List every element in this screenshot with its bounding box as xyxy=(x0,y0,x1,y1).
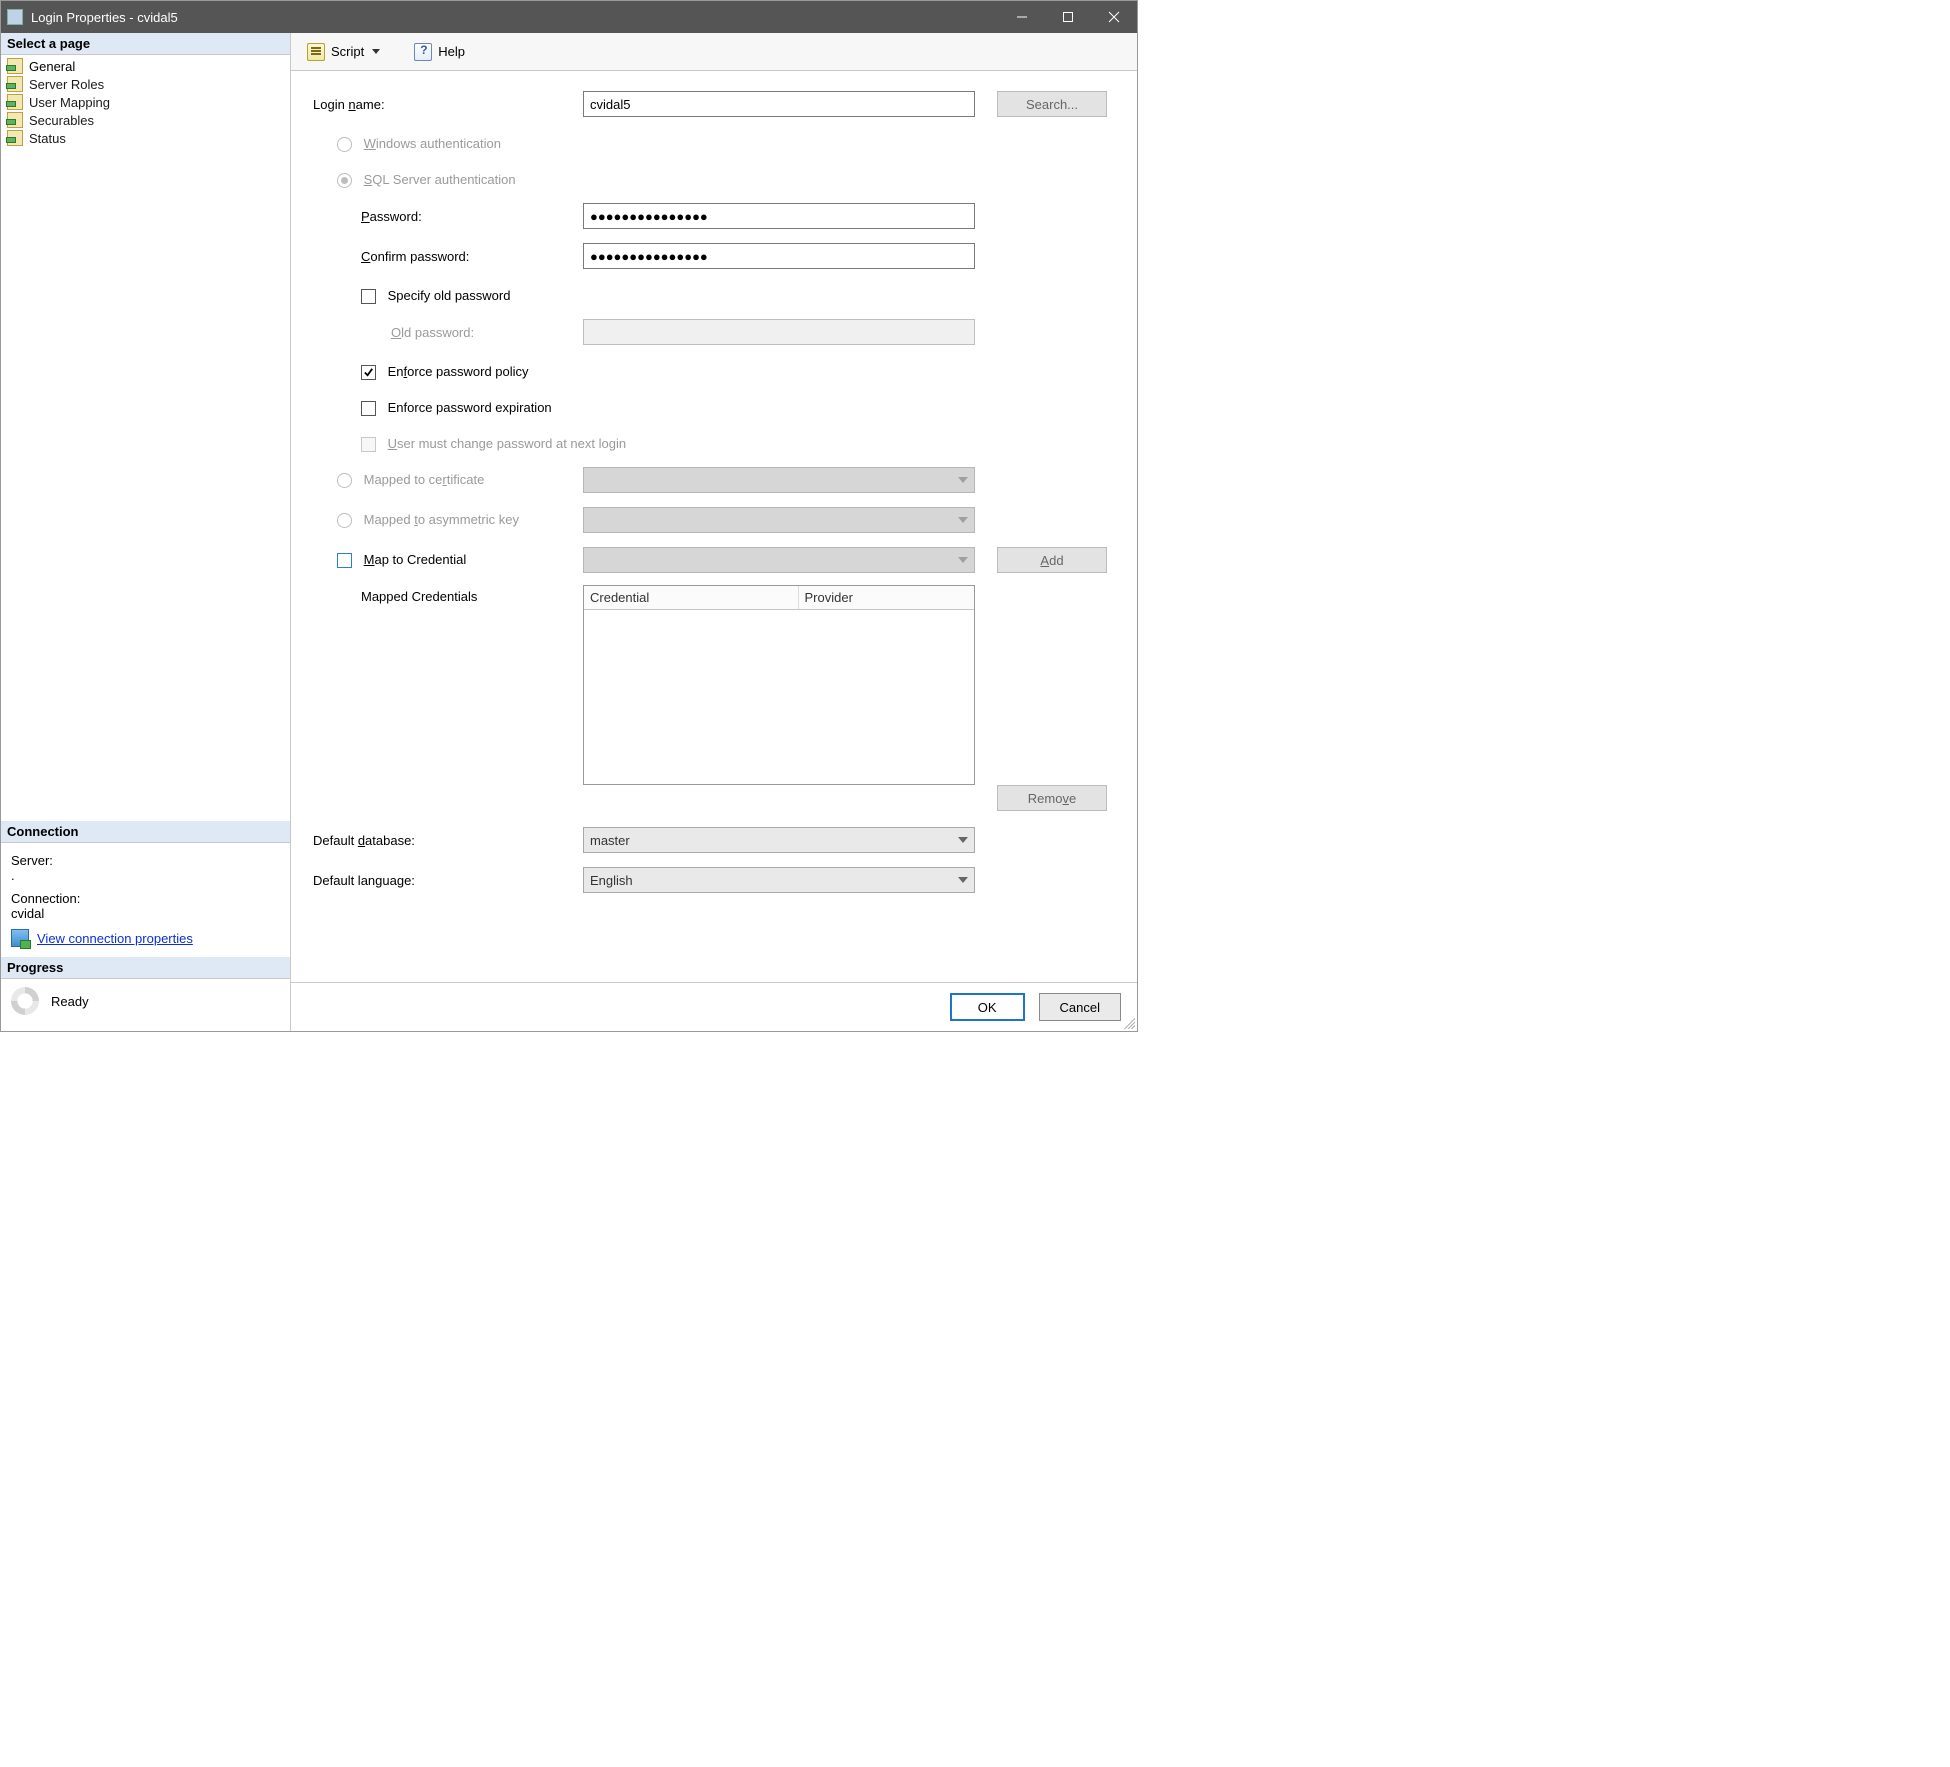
connection-value: cvidal xyxy=(11,906,280,921)
page-list: General Server Roles User Mapping Secura… xyxy=(1,55,290,149)
sidebar: Select a page General Server Roles User … xyxy=(1,33,291,1031)
default-database-dropdown[interactable]: master xyxy=(583,827,975,853)
progress-header: Progress xyxy=(1,957,290,979)
script-button[interactable]: Script xyxy=(301,41,386,63)
remove-button: Remove xyxy=(997,785,1107,811)
default-language-dropdown[interactable]: English xyxy=(583,867,975,893)
default-language-value: English xyxy=(590,873,633,888)
enforce-expiration-label: Enforce password expiration xyxy=(388,400,552,415)
server-value: . xyxy=(11,868,280,883)
page-label: Status xyxy=(29,131,66,146)
connection-body: Server: . Connection: cvidal View connec… xyxy=(1,843,290,957)
windows-auth-label: Windows authentication xyxy=(364,136,501,151)
mapped-credentials-label: Mapped Credentials xyxy=(313,585,583,604)
mapped-asym-dropdown xyxy=(583,507,975,533)
default-database-value: master xyxy=(590,833,630,848)
old-password-input xyxy=(583,319,975,345)
progress-body: Ready xyxy=(1,979,290,1031)
maximize-button[interactable] xyxy=(1045,1,1091,33)
page-icon xyxy=(7,130,23,146)
search-button[interactable]: Search... xyxy=(997,91,1107,117)
page-icon xyxy=(7,112,23,128)
chevron-down-icon xyxy=(372,49,380,54)
login-properties-window: Login Properties - cvidal5 Select a page… xyxy=(0,0,1138,1032)
page-label: General xyxy=(29,59,75,74)
toolbar: Script Help xyxy=(291,33,1137,71)
default-language-label: Default language: xyxy=(313,873,583,888)
enforce-policy-label: Enforce password policy xyxy=(388,364,529,379)
help-icon xyxy=(414,43,432,61)
confirm-password-input[interactable] xyxy=(583,243,975,269)
map-credential-dropdown xyxy=(583,547,975,573)
map-to-credential-checkbox[interactable] xyxy=(337,553,352,568)
window-title: Login Properties - cvidal5 xyxy=(31,10,999,25)
page-securables[interactable]: Securables xyxy=(1,111,290,129)
titlebar[interactable]: Login Properties - cvidal5 xyxy=(1,1,1137,33)
windows-auth-radio xyxy=(337,137,352,152)
script-label: Script xyxy=(331,44,364,59)
credential-column-header[interactable]: Credential xyxy=(584,586,799,609)
specify-old-password-label: Specify old password xyxy=(388,288,511,303)
chevron-down-icon xyxy=(958,877,968,883)
cancel-button[interactable]: Cancel xyxy=(1039,993,1121,1021)
old-password-label: Old password: xyxy=(313,325,583,340)
script-icon xyxy=(307,43,325,61)
page-icon xyxy=(7,76,23,92)
close-button[interactable] xyxy=(1091,1,1137,33)
sql-auth-label: SQL Server authentication xyxy=(364,172,516,187)
login-name-input[interactable] xyxy=(583,91,975,117)
page-icon xyxy=(7,58,23,74)
specify-old-password-checkbox[interactable] xyxy=(361,289,376,304)
mapped-asym-radio xyxy=(337,513,352,528)
mapped-cert-label: Mapped to certificate xyxy=(364,472,485,487)
mapped-asym-label: Mapped to asymmetric key xyxy=(364,512,519,527)
provider-column-header[interactable]: Provider xyxy=(799,586,975,609)
chevron-down-icon xyxy=(958,557,968,563)
ok-button[interactable]: OK xyxy=(950,993,1025,1021)
page-status[interactable]: Status xyxy=(1,129,290,147)
must-change-checkbox xyxy=(361,437,376,452)
server-label: Server: xyxy=(11,853,280,868)
add-button: Add xyxy=(997,547,1107,573)
title-icon xyxy=(7,9,23,25)
chevron-down-icon xyxy=(958,837,968,843)
chevron-down-icon xyxy=(958,517,968,523)
page-label: User Mapping xyxy=(29,95,110,110)
sql-auth-radio xyxy=(337,173,352,188)
enforce-expiration-checkbox[interactable] xyxy=(361,401,376,416)
select-page-header: Select a page xyxy=(1,33,290,55)
minimize-button[interactable] xyxy=(999,1,1045,33)
confirm-password-label: Confirm password: xyxy=(313,249,583,264)
enforce-policy-checkbox[interactable] xyxy=(361,365,376,380)
main-content: Script Help Login name: Search... xyxy=(291,33,1137,1031)
view-connection-properties-link[interactable]: View connection properties xyxy=(37,931,193,946)
resize-grip-icon[interactable] xyxy=(1121,1015,1135,1029)
password-input[interactable] xyxy=(583,203,975,229)
page-user-mapping[interactable]: User Mapping xyxy=(1,93,290,111)
login-name-label: Login name: xyxy=(313,97,583,112)
page-label: Securables xyxy=(29,113,94,128)
page-icon xyxy=(7,94,23,110)
help-label: Help xyxy=(438,44,465,59)
help-button[interactable]: Help xyxy=(408,41,471,63)
mapped-credentials-grid[interactable]: Credential Provider xyxy=(583,585,975,785)
general-form: Login name: Search... Windows authentica… xyxy=(291,71,1137,982)
connection-properties-icon xyxy=(11,929,29,947)
default-database-label: Default database: xyxy=(313,833,583,848)
connection-label: Connection: xyxy=(11,891,280,906)
page-label: Server Roles xyxy=(29,77,104,92)
chevron-down-icon xyxy=(958,477,968,483)
progress-spinner-icon xyxy=(11,987,39,1015)
mapped-cert-dropdown xyxy=(583,467,975,493)
password-label: Password: xyxy=(313,209,583,224)
page-general[interactable]: General xyxy=(1,57,290,75)
progress-status: Ready xyxy=(51,994,89,1009)
page-server-roles[interactable]: Server Roles xyxy=(1,75,290,93)
dialog-footer: OK Cancel xyxy=(291,982,1137,1031)
must-change-label: User must change password at next login xyxy=(388,436,626,451)
connection-header: Connection xyxy=(1,821,290,843)
map-to-credential-label: Map to Credential xyxy=(364,552,467,567)
mapped-cert-radio xyxy=(337,473,352,488)
